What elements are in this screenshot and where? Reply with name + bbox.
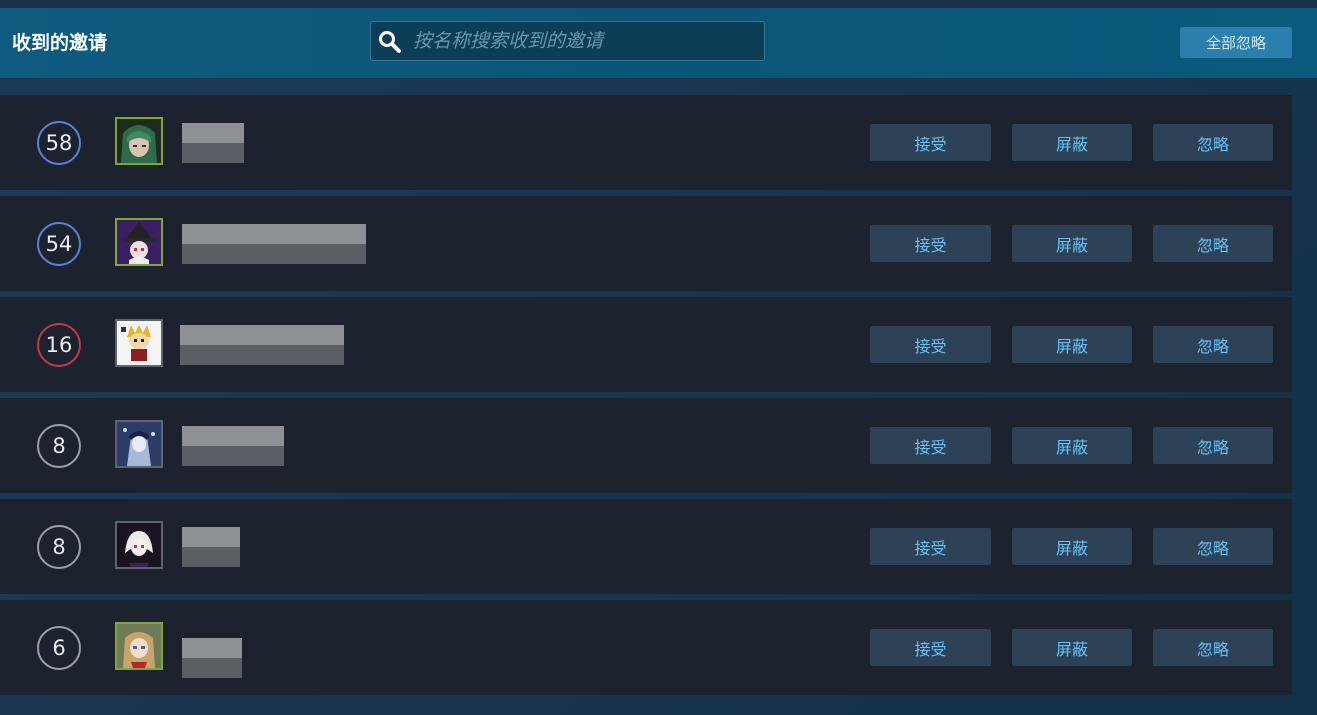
accept-button[interactable]: 接受: [870, 528, 991, 565]
chibi-character-avatar-icon: [117, 321, 161, 365]
window-top-strip: [0, 0, 1317, 8]
accept-button[interactable]: 接受: [870, 427, 991, 464]
avatar[interactable]: [115, 521, 163, 569]
accept-button[interactable]: 接受: [870, 124, 991, 161]
level-badge: 8: [37, 525, 81, 569]
blurred-username[interactable]: [182, 123, 244, 163]
ignore-button[interactable]: 忽略: [1153, 427, 1273, 464]
block-button[interactable]: 屏蔽: [1012, 225, 1132, 262]
invites-header: 收到的邀请 全部忽略: [0, 8, 1317, 78]
invite-list: 58 接受 屏蔽 忽略 54 接受 屏蔽 忽略 16 接受 屏蔽 忽略 8 接受…: [0, 95, 1292, 701]
blurred-username-pixels: [182, 638, 242, 658]
block-button[interactable]: 屏蔽: [1012, 326, 1132, 363]
accept-button[interactable]: 接受: [870, 225, 991, 262]
avatar[interactable]: [115, 420, 163, 468]
block-button[interactable]: 屏蔽: [1012, 427, 1132, 464]
green-hair-avatar-icon: [117, 119, 161, 163]
blurred-username-pixels: [182, 426, 284, 446]
blurred-username-pixels: [182, 143, 244, 163]
block-button[interactable]: 屏蔽: [1012, 629, 1132, 666]
level-badge: 16: [37, 323, 81, 367]
invite-row: 8 接受 屏蔽 忽略: [0, 499, 1292, 594]
invite-row: 8 接受 屏蔽 忽略: [0, 398, 1292, 493]
accept-button[interactable]: 接受: [870, 629, 991, 666]
avatar[interactable]: [115, 622, 163, 670]
avatar[interactable]: [115, 117, 163, 165]
ignore-all-button[interactable]: 全部忽略: [1180, 27, 1292, 58]
block-button[interactable]: 屏蔽: [1012, 528, 1132, 565]
invite-row: 58 接受 屏蔽 忽略: [0, 95, 1292, 190]
search-box[interactable]: [370, 21, 765, 61]
anime-girl-avatar-icon: [117, 624, 161, 668]
blurred-username-pixels: [182, 658, 242, 678]
invite-row: 16 接受 屏蔽 忽略: [0, 297, 1292, 392]
invite-row: 6 接受 屏蔽 忽略: [0, 600, 1292, 695]
level-badge: 6: [37, 626, 81, 670]
blurred-username[interactable]: [182, 426, 284, 466]
accept-button[interactable]: 接受: [870, 326, 991, 363]
blurred-username-pixels: [182, 547, 240, 567]
page-title: 收到的邀请: [12, 32, 108, 54]
avatar[interactable]: [115, 218, 163, 266]
white-hair-avatar-icon: [117, 523, 161, 567]
blurred-username-pixels: [180, 345, 344, 365]
blurred-username-pixels: [180, 325, 344, 345]
blurred-username-pixels: [182, 123, 244, 143]
blurred-username-pixels: [182, 224, 366, 244]
ignore-button[interactable]: 忽略: [1153, 326, 1273, 363]
ignore-button[interactable]: 忽略: [1153, 629, 1273, 666]
blurred-username[interactable]: [182, 638, 242, 678]
level-badge: 8: [37, 424, 81, 468]
ignore-button[interactable]: 忽略: [1153, 528, 1273, 565]
avatar[interactable]: [115, 319, 163, 367]
ignore-button[interactable]: 忽略: [1153, 225, 1273, 262]
ignore-button[interactable]: 忽略: [1153, 124, 1273, 161]
level-badge: 58: [37, 121, 81, 165]
blurred-username[interactable]: [182, 224, 366, 264]
search-input[interactable]: [413, 22, 753, 60]
blurred-username-pixels: [182, 446, 284, 466]
snow-character-avatar-icon: [117, 422, 161, 466]
blurred-username-pixels: [182, 527, 240, 547]
level-badge: 54: [37, 222, 81, 266]
search-icon: [379, 31, 401, 53]
blurred-username-pixels: [182, 244, 366, 264]
blurred-username[interactable]: [182, 527, 240, 567]
blurred-username[interactable]: [180, 325, 344, 365]
block-button[interactable]: 屏蔽: [1012, 124, 1132, 161]
invite-row: 54 接受 屏蔽 忽略: [0, 196, 1292, 291]
witch-hat-avatar-icon: [117, 220, 161, 264]
